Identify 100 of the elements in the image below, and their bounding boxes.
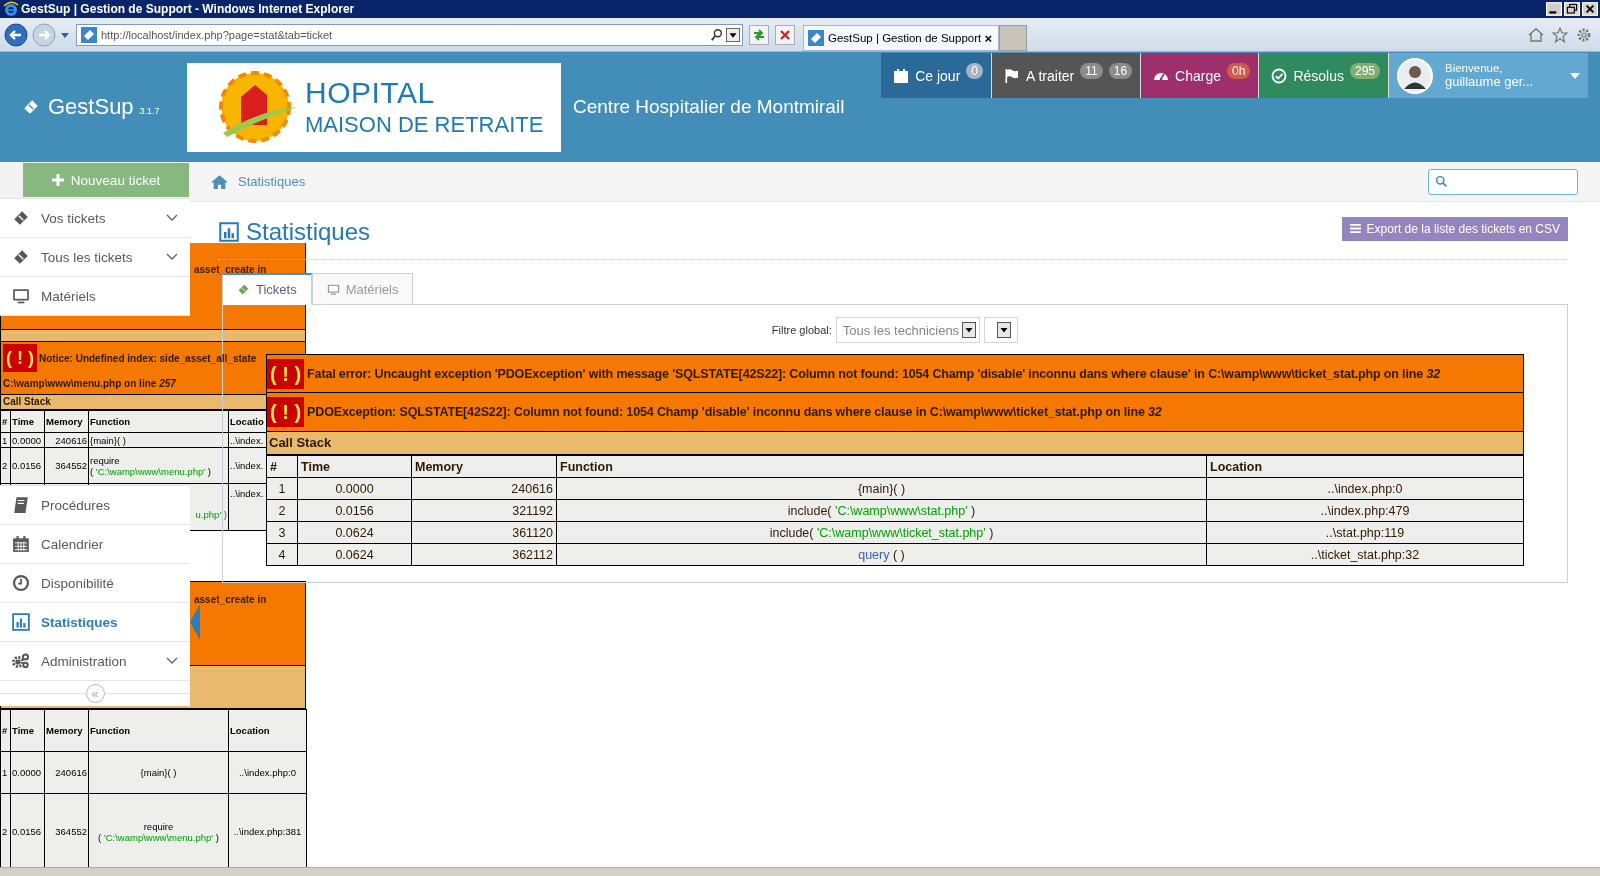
- monitor-icon: [12, 287, 30, 305]
- sidebar-item[interactable]: Matériels: [0, 277, 190, 316]
- logo-text: HOPITAL: [305, 76, 436, 110]
- chevron-down-icon: [166, 657, 178, 665]
- address-field[interactable]: http://localhost/index.php?page=stat&tab=ticket: [76, 23, 743, 46]
- dropdown-icon[interactable]: [726, 27, 740, 42]
- error-text: asset_create in: [194, 594, 267, 605]
- table-cell: 2: [2, 460, 8, 471]
- calendar-icon: [893, 67, 910, 84]
- ticket-icon: [237, 283, 250, 296]
- site-title: Centre Hospitalier de Montmirail: [573, 96, 845, 118]
- table-cell: 1: [278, 481, 286, 496]
- settings-icon[interactable]: [1576, 26, 1592, 43]
- sidebar-item[interactable]: Statistiques: [0, 603, 190, 642]
- book-icon: [12, 496, 30, 514]
- refresh-icon[interactable]: [749, 24, 769, 45]
- count-badge: 0: [966, 62, 983, 79]
- search-field[interactable]: [1428, 168, 1578, 195]
- error-message: Fatal error: Uncaught exception 'PDOException' with message 'SQLSTATE[42S22]: Column not found: 1054 Champ 'disable' inconnu dans where clause' in C:\wamp\www\ticket_stat.php on line 32: [307, 366, 1440, 381]
- column-header: Function: [560, 459, 613, 474]
- sidebar-item[interactable]: Procédures: [0, 486, 190, 525]
- table-cell: 2: [278, 503, 286, 518]
- star-icon[interactable]: [1552, 26, 1568, 43]
- table-cell: ..\stat.php:119: [1325, 525, 1405, 540]
- chevron-down-icon: [166, 253, 178, 261]
- table-cell: 0.0624: [335, 547, 374, 562]
- table-cell: 362112: [512, 547, 553, 562]
- table-cell: require ( 'C:\wamp\www\menu.php' ): [90, 454, 211, 477]
- page-title: Statistiques: [246, 217, 371, 246]
- error-text: asset_create in: [194, 264, 267, 275]
- technician-select[interactable]: Tous les techniciens: [835, 317, 981, 343]
- back-icon[interactable]: [4, 22, 28, 47]
- tab[interactable]: Tickets: [222, 273, 312, 305]
- table-cell: ..\index.: [230, 434, 264, 446]
- table-cell: 0.0156: [335, 503, 374, 518]
- sidebar-item[interactable]: Disponibilité: [0, 564, 190, 603]
- sidebar-item[interactable]: Vos tickets: [0, 199, 190, 238]
- dropdown-icon: [962, 322, 977, 338]
- dropdown-icon: [997, 322, 1012, 338]
- table-cell: require ( 'C:\wamp\www\menu.php' ): [98, 820, 219, 843]
- table-cell: 240616: [55, 434, 87, 446]
- nav-button[interactable]: Charge 0h: [1141, 53, 1260, 98]
- column-header: Location: [230, 725, 270, 736]
- table-cell: 240616: [511, 481, 553, 496]
- table-cell: 3: [278, 525, 286, 540]
- column-header: #: [2, 725, 8, 736]
- nav-button[interactable]: Résolus 295: [1259, 53, 1389, 98]
- column-header: Time: [12, 416, 34, 427]
- select-field[interactable]: [984, 317, 1019, 343]
- table-cell: 0.0000: [335, 481, 374, 496]
- error-icon: ( ! ): [3, 344, 37, 372]
- error-icon: ( ! ): [267, 358, 305, 389]
- error-text: C:\wamp\www\menu.php on line 257: [3, 378, 177, 389]
- caret-icon: [1570, 72, 1580, 79]
- app-name: GestSup: [48, 94, 134, 120]
- column-header: Time: [12, 725, 34, 736]
- nav-button[interactable]: A traiter 11 16: [992, 53, 1142, 98]
- sidebar-item[interactable]: Tous les tickets: [0, 238, 190, 277]
- tab-close-button[interactable]: ×: [984, 30, 992, 46]
- table-cell: 2: [2, 826, 8, 837]
- error-message: PDOException: SQLSTATE[42S22]: Column not found: 1054 Champ 'disable' inconnu dans where clause in C:\wamp\www\ticket_stat.php on line 32: [307, 405, 1162, 419]
- call-stack-title: Call Stack: [3, 396, 51, 407]
- close-icon[interactable]: [1582, 2, 1598, 16]
- home-icon[interactable]: [1528, 26, 1544, 43]
- column-header: Memory: [415, 459, 463, 474]
- table-cell: include( 'C:\wamp\www\stat.php' ): [787, 503, 976, 518]
- restore-icon[interactable]: [1564, 2, 1580, 16]
- ticket-icon: [808, 30, 824, 46]
- search-icon: [1435, 175, 1448, 188]
- calendar-icon: [12, 535, 30, 553]
- table-cell: ..\index.php:0: [238, 767, 296, 778]
- stop-icon[interactable]: [775, 24, 795, 45]
- table-cell: 1: [2, 434, 8, 446]
- table-cell: {main}( ): [857, 481, 906, 496]
- count-badge: 0h: [1227, 62, 1251, 79]
- home-icon[interactable]: [211, 174, 228, 189]
- ticket-icon: [12, 248, 30, 266]
- table-cell: 0.0156: [12, 826, 42, 837]
- count-badge: 295: [1349, 62, 1380, 79]
- column-header: Memory: [46, 725, 83, 736]
- ticket-icon: [81, 26, 97, 43]
- version-label: 3.1.7: [139, 106, 160, 116]
- table-cell: 364552: [55, 460, 87, 471]
- search-icon[interactable]: [710, 27, 724, 42]
- column-header: Function: [90, 416, 131, 427]
- column-header: Location: [1210, 459, 1263, 474]
- table-cell: ..\index.: [230, 488, 264, 499]
- column-header: Memory: [46, 416, 83, 427]
- ticket-icon: [22, 98, 40, 116]
- column-header: Locatio: [230, 416, 264, 427]
- column-header: Function: [90, 725, 131, 736]
- minimize-icon[interactable]: [1546, 2, 1562, 16]
- table-cell: 364552: [55, 826, 87, 837]
- sidebar-item[interactable]: Calendrier: [0, 525, 190, 564]
- count-badge: 16: [1108, 62, 1133, 79]
- user-name: guillaume ger...: [1445, 74, 1534, 89]
- nav-button[interactable]: Ce jour 0: [881, 53, 992, 98]
- monitor-icon: [326, 282, 340, 296]
- column-header: #: [270, 459, 277, 474]
- browser-tab[interactable]: GestSup | Gestion de Support ×: [803, 25, 999, 51]
